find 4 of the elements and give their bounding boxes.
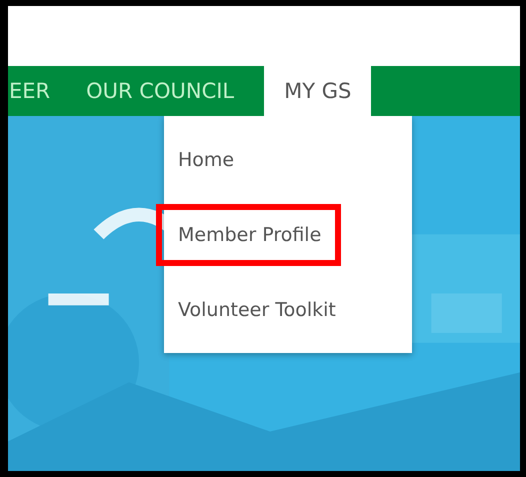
nav-tab[interactable]: MY GS [264, 66, 372, 116]
menu-item[interactable]: Member Profile [156, 204, 342, 266]
menu-item[interactable]: Volunteer Toolkit [156, 278, 356, 340]
menu-item[interactable]: Home [156, 128, 254, 190]
